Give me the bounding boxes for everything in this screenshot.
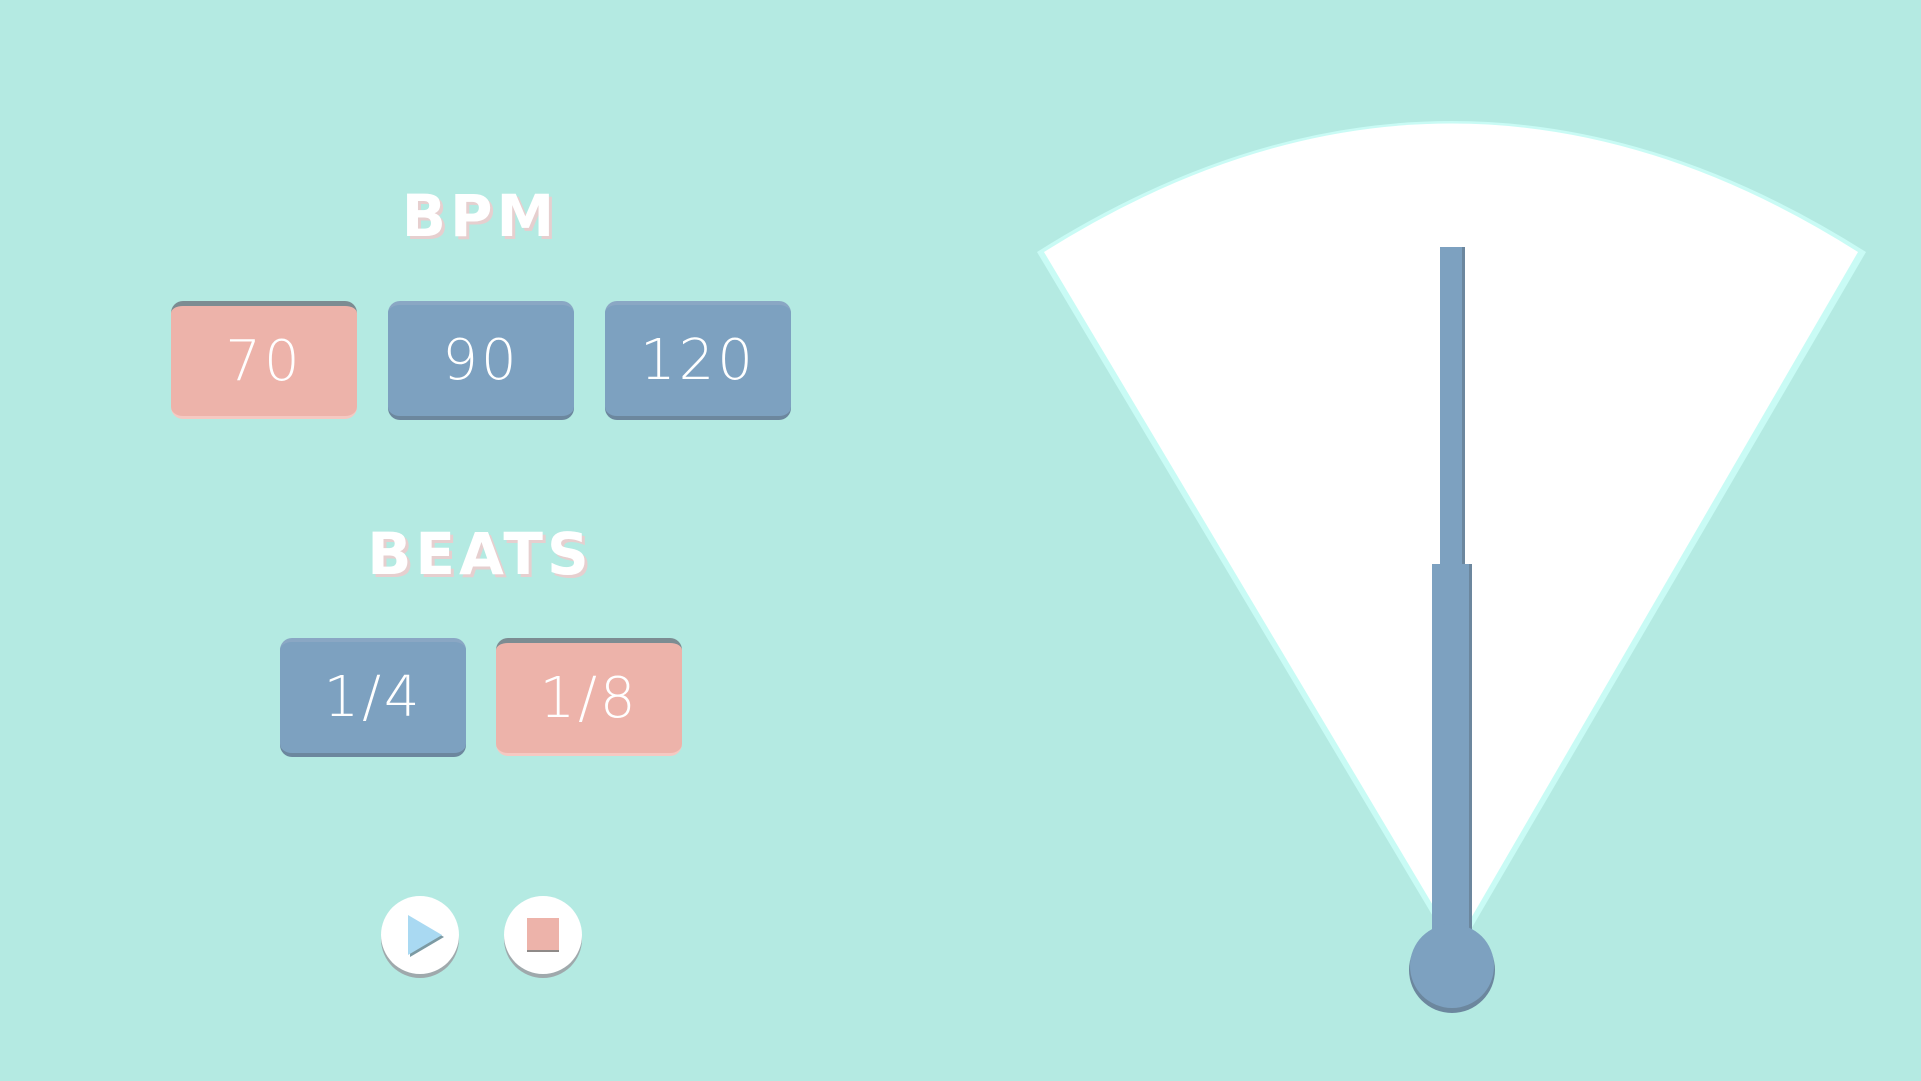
pendulum-weight-shadow [1469,564,1472,944]
pendulum-rod [1440,247,1465,567]
metronome-display [1037,121,1866,1013]
pivot-knob [1410,924,1494,1008]
pendulum-weight [1432,564,1472,944]
pendulum-rod-shadow [1462,247,1465,567]
metronome-app: BPM 70 90 120 BEATS 1/4 1/8 [0,0,1921,1081]
